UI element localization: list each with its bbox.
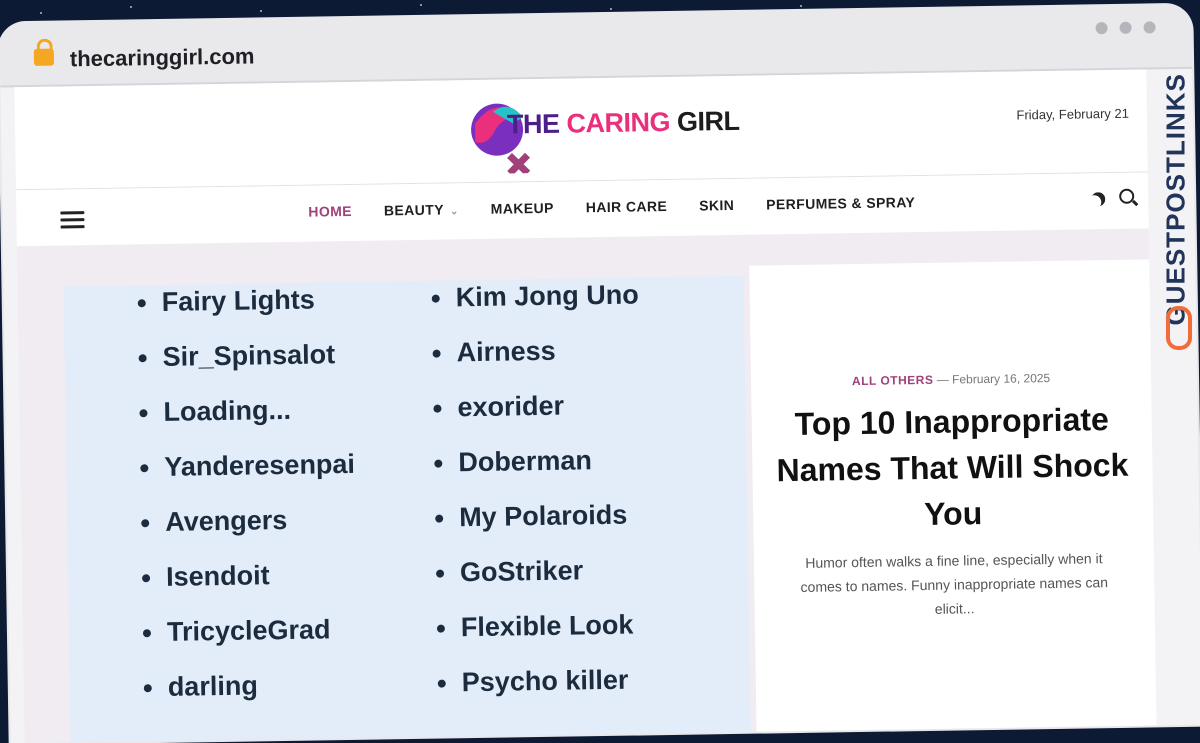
chain-link-icon [1166,306,1192,350]
article-title-link[interactable]: Top 10 Inappropriate Names That Will Sho… [771,396,1133,540]
list-item: exorider [433,377,641,435]
header-date: Friday, February 21 [1016,105,1130,123]
name-list-left: Fairy Lights Sir_Spinsalot Loading... Ya… [137,276,358,715]
site-header: THE CARING GIRL Friday, February 21 [14,69,1148,191]
window-controls [1095,21,1156,35]
list-item: Airness [432,322,640,380]
chevron-down-icon: ⌄ [449,206,459,218]
search-icon[interactable] [1119,188,1135,204]
article-meta: ALL OTHERS — February 16, 2025 [751,369,1151,389]
list-item: Fairy Lights [137,276,352,331]
list-item: My Polaroids [435,487,643,545]
name-list-right: Kim Jong Uno Airness exorider Doberman M… [431,276,645,711]
nav-item-perfumes-spray[interactable]: PERFUMES & SPRAY [766,194,915,212]
list-item: GoStriker [436,542,644,600]
nav-menu: HOME BEAUTY ⌄ MAKEUP HAIR CARE SKIN PERFU… [308,194,915,220]
article-category-link[interactable]: ALL OTHERS [852,373,934,388]
nav-item-beauty[interactable]: BEAUTY ⌄ [383,201,459,219]
nav-item-makeup[interactable]: MAKEUP [491,200,554,217]
list-item: Flexible Look [436,597,644,655]
site-logo-text[interactable]: THE CARING GIRL [507,106,740,141]
dark-mode-icon[interactable] [1090,191,1106,207]
nav-item-skin[interactable]: SKIN [699,197,734,214]
featured-image[interactable]: Fairy Lights Sir_Spinsalot Loading... Ya… [63,275,751,743]
window-dot-icon[interactable] [1119,21,1132,34]
watermark-label: GUESTPOSTLINKS [1160,73,1191,326]
window-dot-icon[interactable] [1143,21,1156,34]
logo-word-caring: CARING [566,106,671,139]
url-text[interactable]: thecaringgirl.com [70,43,255,72]
list-item: Doberman [434,432,642,490]
article-card: ALL OTHERS — February 16, 2025 Top 10 In… [749,259,1157,736]
logo-word-girl: GIRL [676,105,740,137]
list-item: darling [143,657,358,715]
nav-item-beauty-label: BEAUTY [383,201,445,219]
list-item: TricycleGrad [143,602,358,660]
nav-item-home[interactable]: HOME [308,203,352,220]
list-item: Avengers [141,492,356,550]
window-dot-icon[interactable] [1095,22,1108,35]
list-item: Psycho killer [437,652,645,710]
article-date: — February 16, 2025 [936,371,1051,387]
lock-icon [33,48,55,66]
list-item: Kim Jong Uno [431,276,639,326]
logo-word-the: THE [506,108,560,140]
list-item: Yanderesenpai [140,437,355,495]
browser-window: thecaringgirl.com THE CARING GIRL Friday… [0,4,1200,743]
list-item: Sir_Spinsalot [138,327,353,385]
list-item: Isendoit [142,547,357,605]
hamburger-menu-icon[interactable] [60,211,85,232]
web-page: THE CARING GIRL Friday, February 21 HOME… [14,69,1157,743]
watermark-brand: GUESTPOSTLINKS [1156,60,1200,360]
list-item: Loading... [139,382,354,440]
nav-item-hair-care[interactable]: HAIR CARE [586,198,668,215]
article-excerpt: Humor often walks a fine line, especiall… [800,550,1109,617]
